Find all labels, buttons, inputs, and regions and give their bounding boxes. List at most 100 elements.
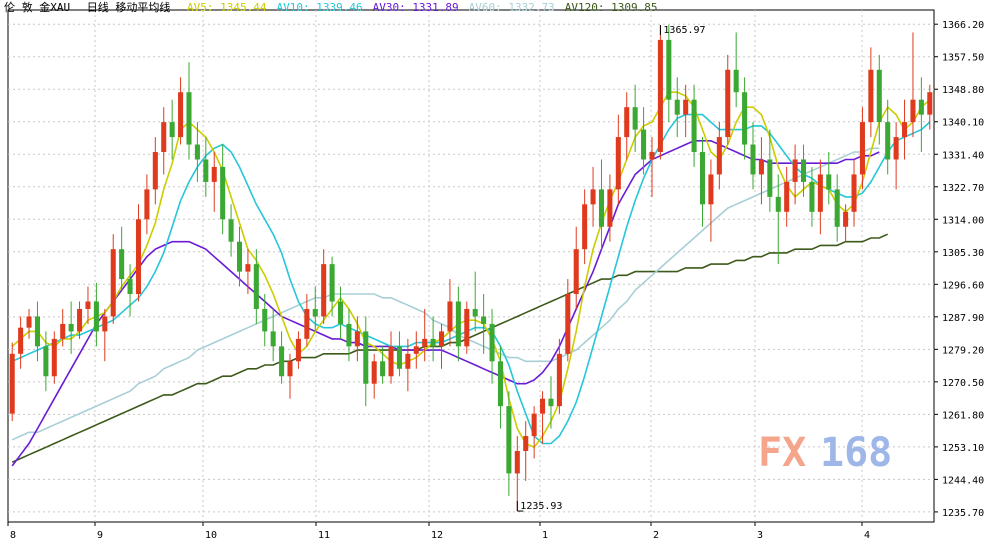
candle-body (784, 181, 790, 212)
candle-body (927, 92, 933, 115)
candle-body (396, 346, 402, 369)
candle-body (60, 323, 66, 339)
x-tick-label: 4 (864, 530, 870, 541)
candle-body (893, 137, 899, 160)
candle-body (826, 174, 832, 190)
ma-legend-item: AV120: 1309.85 (564, 1, 658, 14)
candle-body (119, 249, 125, 280)
candle-body (666, 39, 672, 100)
candle-body (800, 159, 807, 182)
candle-body (287, 361, 293, 377)
candle-body (742, 92, 748, 145)
candle-body (523, 436, 529, 451)
watermark-168: 168 (820, 430, 892, 476)
candle-body (144, 189, 150, 220)
candle-body (565, 294, 571, 354)
candle-body (439, 331, 445, 347)
x-tick-label: 8 (10, 530, 16, 541)
candle-body (758, 159, 764, 175)
y-tick-label: 1244.40 (942, 475, 984, 486)
candle-body (110, 249, 116, 317)
ma-legend-item: AV60: 1332.73 (468, 1, 555, 14)
candle-body (792, 159, 798, 182)
candle-body (674, 99, 680, 115)
candle-body (77, 308, 83, 332)
candle-body (497, 361, 503, 407)
candle-body (388, 346, 394, 377)
chart-container[interactable]: 1366.20 1357.50 1348.80 1340.10 1331.40 1322.… (0, 0, 984, 541)
ma-legend-item: AV5: 1345.44 (187, 1, 267, 14)
y-tick-label: 1348.80 (942, 85, 984, 96)
y-tick-label: 1279.20 (942, 345, 984, 356)
candle-body (506, 406, 512, 474)
candle-body (817, 174, 823, 212)
candle-body (767, 159, 773, 197)
candle-body (902, 122, 908, 138)
candle-body (295, 338, 301, 362)
candle-body (531, 413, 537, 437)
candle-body (186, 92, 192, 145)
candle-body (649, 152, 655, 160)
candle-body (464, 308, 470, 347)
candle-body (657, 39, 663, 153)
watermark-fx: FX (758, 430, 806, 476)
candle-body (876, 69, 882, 123)
candle-body (624, 107, 630, 138)
candle-body (380, 361, 386, 377)
x-tick-label: 11 (318, 530, 330, 541)
candlestick-chart[interactable]: 1366.20 1357.50 1348.80 1340.10 1331.40 1322.… (0, 0, 984, 541)
candle-body (262, 308, 268, 332)
candle-body (910, 99, 916, 123)
candle-body (573, 249, 579, 295)
candle-body (354, 331, 360, 347)
candle-body (843, 211, 849, 227)
y-tick-label: 1314.00 (942, 215, 984, 226)
candle-body (481, 316, 487, 324)
candle-body (691, 99, 697, 153)
candle-body (194, 144, 200, 160)
candle-body (472, 308, 478, 317)
candle-body (169, 122, 175, 138)
candle-body (228, 219, 234, 242)
candle-body (683, 99, 689, 115)
x-tick-label: 1 (542, 530, 548, 541)
candle-body (34, 316, 40, 347)
y-tick-label: 1357.50 (942, 53, 984, 64)
candle-body (135, 219, 142, 295)
candle-body (455, 301, 461, 347)
candle-body (834, 189, 840, 227)
candle-body (733, 69, 739, 93)
y-tick-label: 1270.50 (942, 378, 984, 389)
candle-body (245, 264, 251, 272)
candle-body (220, 166, 226, 220)
low-annotation: 1235.93 (520, 501, 562, 512)
candle-body (615, 137, 621, 190)
candle-body (413, 346, 419, 354)
candle-body (26, 316, 32, 328)
period-label: 日线 移动平均线 (86, 1, 171, 14)
candle-body (422, 338, 428, 347)
candle-body (51, 338, 57, 377)
candle-body (590, 189, 596, 205)
candle-body (253, 264, 259, 309)
candle-body (548, 398, 554, 407)
y-tick-label: 1305.30 (942, 248, 984, 259)
x-tick-label: 3 (757, 530, 763, 541)
candle-body (725, 69, 731, 138)
candle-body (775, 196, 781, 212)
candle-body (430, 338, 436, 347)
candle-body (809, 181, 815, 212)
candle-body (270, 331, 276, 347)
candle-body (178, 92, 184, 138)
candle-body (540, 398, 546, 414)
chart-header: 伦 敦 金XAU 日线 移动平均线 AV5: 1345.44 AV10: 1339… (4, 0, 677, 16)
candle-body (405, 353, 411, 369)
candle-body (346, 323, 352, 347)
candle-body (632, 107, 638, 130)
candle-body (279, 346, 285, 377)
ma-legend-item: AV10: 1339.46 (276, 1, 363, 14)
candle-body (371, 361, 377, 384)
y-tick-label: 1261.80 (942, 410, 984, 421)
high-annotation: 1365.97 (663, 25, 705, 36)
candle-body (236, 241, 243, 272)
